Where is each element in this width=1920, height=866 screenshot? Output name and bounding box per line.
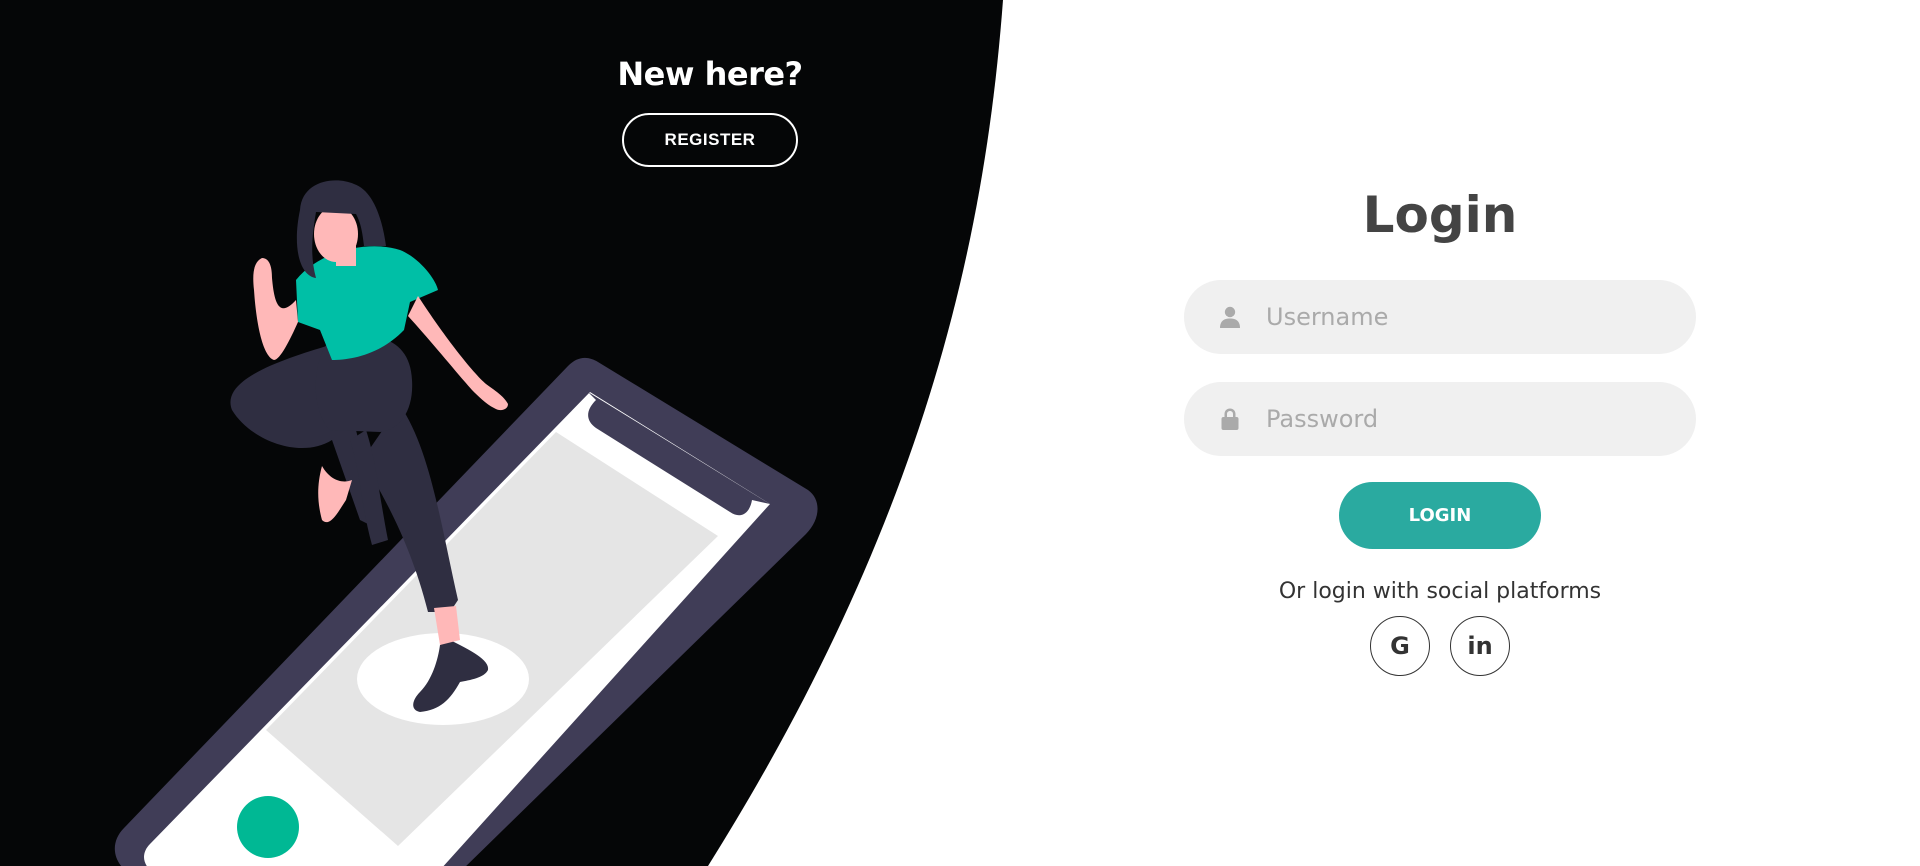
social-login-text: Or login with social platforms xyxy=(1278,579,1602,604)
new-here-heading: New here? xyxy=(617,55,803,93)
signup-prompt: New here? REGISTER xyxy=(570,55,850,167)
login-page: New here? REGISTER Login LOGIN Or login … xyxy=(0,0,1920,866)
user-icon xyxy=(1220,306,1240,328)
runner-phone-illustration xyxy=(115,180,818,866)
password-field xyxy=(1184,382,1696,456)
password-input[interactable] xyxy=(1266,382,1666,456)
login-button[interactable]: LOGIN xyxy=(1339,482,1541,549)
social-media-buttons: G in xyxy=(1184,616,1696,676)
lock-icon xyxy=(1221,408,1239,430)
login-title: Login xyxy=(1362,186,1518,244)
username-field xyxy=(1184,280,1696,354)
phone-illustration xyxy=(115,357,818,866)
linkedin-icon[interactable]: in xyxy=(1450,616,1510,676)
login-form: Login LOGIN Or login with social platfor… xyxy=(1184,180,1696,676)
register-button[interactable]: REGISTER xyxy=(622,113,798,167)
username-input[interactable] xyxy=(1266,280,1666,354)
google-icon[interactable]: G xyxy=(1370,616,1430,676)
